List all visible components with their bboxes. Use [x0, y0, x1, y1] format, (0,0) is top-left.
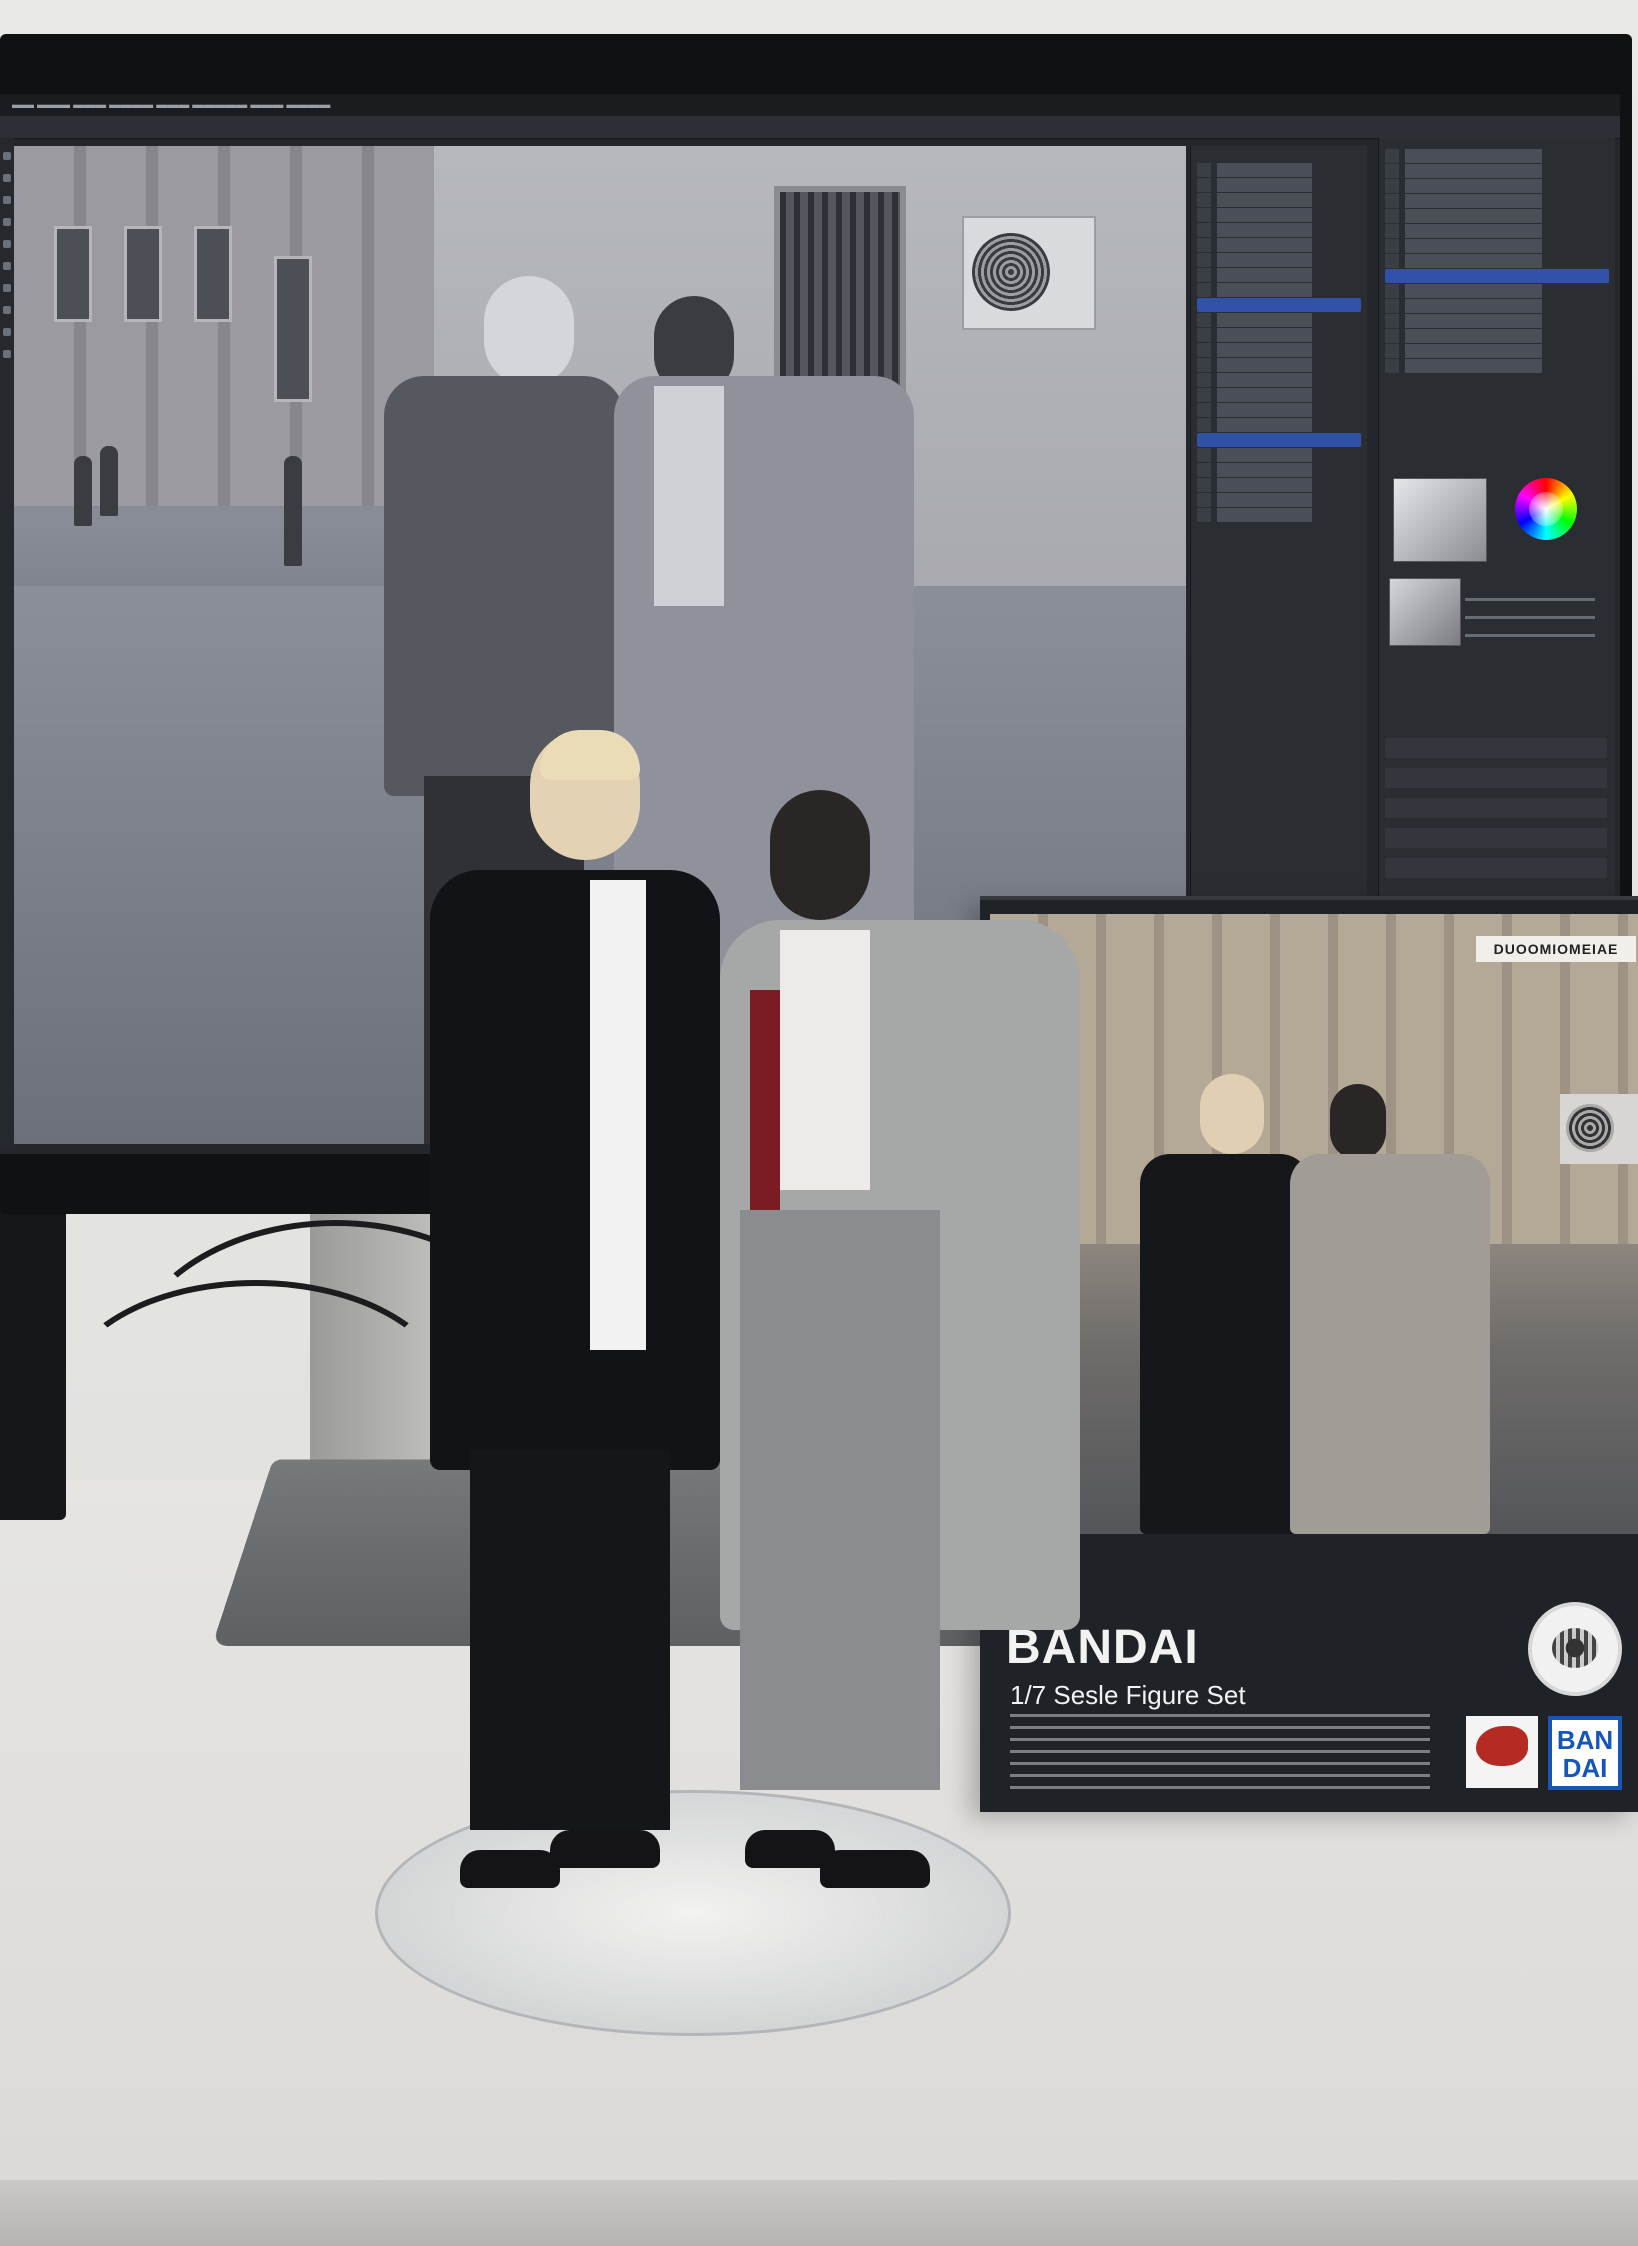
property-row[interactable] — [1385, 768, 1607, 788]
color-swatch[interactable] — [1389, 578, 1461, 646]
slider[interactable] — [1465, 616, 1595, 619]
tool-icon[interactable] — [3, 196, 11, 204]
layer-row[interactable] — [1385, 194, 1609, 208]
property-row[interactable] — [1385, 828, 1607, 848]
panel-row[interactable] — [1197, 448, 1361, 462]
box-photo: DUOOMIOMEIAE — [990, 914, 1638, 1534]
layer-row[interactable] — [1385, 179, 1609, 193]
layer-row-selected[interactable] — [1385, 269, 1609, 283]
panel-row-selected[interactable] — [1197, 298, 1361, 312]
figure-left-jacket — [430, 870, 720, 1470]
layer-row[interactable] — [1385, 314, 1609, 328]
panel-row[interactable] — [1197, 343, 1361, 357]
slider[interactable] — [1465, 598, 1595, 601]
slider[interactable] — [1465, 634, 1595, 637]
figure-right — [700, 790, 1080, 1940]
panel-row[interactable] — [1197, 388, 1361, 402]
layer-row[interactable] — [1385, 224, 1609, 238]
property-row[interactable] — [1385, 738, 1607, 758]
property-row[interactable] — [1385, 798, 1607, 818]
panel-row[interactable] — [1197, 238, 1361, 252]
layer-row[interactable] — [1385, 284, 1609, 298]
tool-icon[interactable] — [3, 152, 11, 160]
layer-row[interactable] — [1385, 299, 1609, 313]
panel-row[interactable] — [1197, 193, 1361, 207]
building-left — [14, 146, 434, 506]
bandai-logo: BAN DAI — [1548, 1716, 1622, 1790]
panel-row[interactable] — [1197, 223, 1361, 237]
layer-row[interactable] — [1385, 239, 1609, 253]
panel-row[interactable] — [1197, 373, 1361, 387]
box-figure-left — [1140, 1074, 1310, 1534]
figure-left-trousers — [470, 1450, 670, 1830]
tool-icon[interactable] — [3, 328, 11, 336]
window — [54, 226, 92, 322]
desk-edge — [0, 2180, 1638, 2246]
cable — [60, 1280, 452, 1512]
tool-icon[interactable] — [3, 284, 11, 292]
ac-unit — [962, 216, 1096, 330]
color-preview[interactable] — [1393, 478, 1487, 562]
panel-row[interactable] — [1197, 358, 1361, 372]
panel-row[interactable] — [1197, 418, 1361, 432]
box-ac-unit — [1560, 1094, 1638, 1164]
options-bar[interactable] — [0, 116, 1620, 139]
panel-row[interactable] — [1197, 208, 1361, 222]
figure-right-shirt — [780, 930, 870, 1190]
animal-logo — [1466, 1716, 1538, 1788]
window — [274, 256, 312, 402]
layer-row[interactable] — [1385, 344, 1609, 358]
figure-left-hair — [540, 730, 640, 780]
shoe — [460, 1850, 560, 1888]
seal-logo — [1528, 1602, 1622, 1696]
pedestrian — [74, 456, 92, 526]
layer-row[interactable] — [1385, 164, 1609, 178]
tool-icon[interactable] — [3, 174, 11, 182]
layer-row[interactable] — [1385, 329, 1609, 343]
pedestrian — [100, 446, 118, 516]
tool-icon[interactable] — [3, 240, 11, 248]
layer-row[interactable] — [1385, 149, 1609, 163]
figure-left — [430, 730, 730, 1930]
panel-row[interactable] — [1197, 253, 1361, 267]
shoe — [820, 1850, 930, 1888]
panel-row[interactable] — [1197, 328, 1361, 342]
panel-row-selected[interactable] — [1197, 433, 1361, 447]
panel-row[interactable] — [1197, 178, 1361, 192]
speaker — [0, 1200, 66, 1520]
tool-strip[interactable] — [0, 138, 14, 1148]
figure-left-shirt — [590, 880, 646, 1350]
pedestrian — [284, 456, 302, 566]
menu-item[interactable]: ▬▬ ▬▬▬ ▬▬▬ ▬▬▬▬ ▬▬▬ ▬▬▬▬▬ ▬▬▬ ▬▬▬▬ — [12, 99, 330, 111]
logo-line-2: DAI — [1562, 1753, 1608, 1783]
window — [124, 226, 162, 322]
panel-row[interactable] — [1197, 313, 1361, 327]
panel-row[interactable] — [1197, 508, 1361, 522]
tool-icon[interactable] — [3, 262, 11, 270]
panel-row[interactable] — [1197, 283, 1361, 297]
tool-icon[interactable] — [3, 218, 11, 226]
color-wheel[interactable] — [1515, 478, 1577, 540]
tool-icon[interactable] — [3, 306, 11, 314]
panel-row[interactable] — [1197, 403, 1361, 417]
panel-row[interactable] — [1197, 493, 1361, 507]
shoe — [550, 1830, 660, 1868]
panel-row[interactable] — [1197, 163, 1361, 177]
property-row[interactable] — [1385, 858, 1607, 878]
window — [194, 226, 232, 322]
box-figure-right — [1290, 1084, 1490, 1534]
menu-bar[interactable]: ▬▬ ▬▬▬ ▬▬▬ ▬▬▬▬ ▬▬▬ ▬▬▬▬▬ ▬▬▬ ▬▬▬▬ — [0, 94, 1620, 116]
logo-line-1: BAN — [1556, 1725, 1614, 1755]
layer-row[interactable] — [1385, 209, 1609, 223]
figure-right-head — [770, 790, 870, 920]
panel-row[interactable] — [1197, 268, 1361, 282]
box-tag: DUOOMIOMEIAE — [1476, 936, 1636, 962]
panel-row[interactable] — [1197, 463, 1361, 477]
figure-right-trousers — [740, 1210, 940, 1790]
layer-row[interactable] — [1385, 359, 1609, 373]
layer-row[interactable] — [1385, 254, 1609, 268]
tool-icon[interactable] — [3, 350, 11, 358]
panel-row[interactable] — [1197, 478, 1361, 492]
